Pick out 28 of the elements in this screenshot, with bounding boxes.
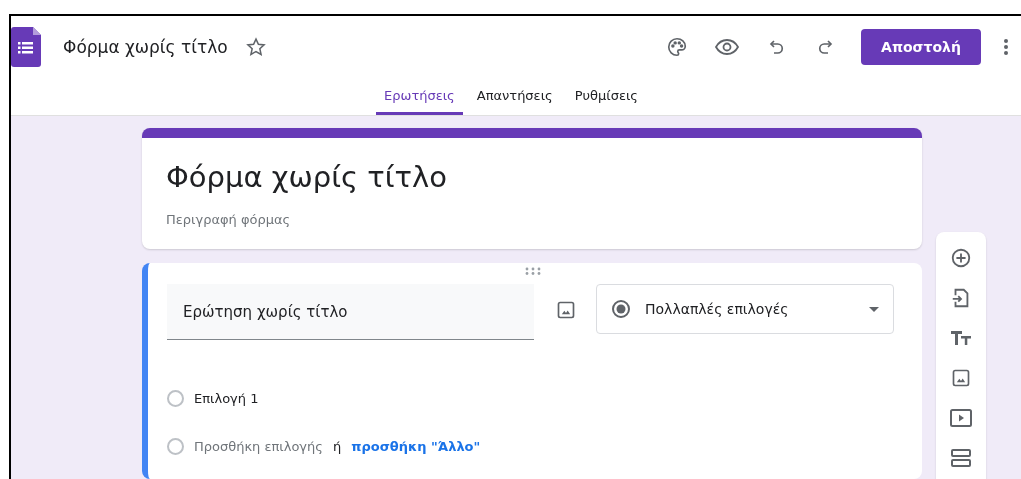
add-icon[interactable] (950, 247, 972, 269)
drag-handle-icon[interactable] (524, 267, 541, 275)
redo-icon[interactable] (816, 38, 834, 56)
palette-icon[interactable] (666, 36, 688, 58)
form-title: Φόρμα χωρίς τίτλο (63, 37, 228, 57)
star-icon[interactable] (245, 37, 266, 57)
radio-button[interactable] (167, 389, 184, 407)
section-icon[interactable] (951, 448, 971, 468)
image-icon[interactable] (951, 368, 971, 388)
tab[interactable]: Απαντήσεις (468, 78, 561, 115)
undo-icon[interactable] (768, 38, 786, 56)
description-field[interactable]: Περιγραφή φόρμας (166, 212, 898, 227)
image-icon[interactable] (556, 300, 576, 320)
or-text: ή (332, 438, 342, 454)
option-label[interactable]: Επιλογή 1 (194, 390, 259, 406)
title-icon[interactable] (951, 330, 971, 346)
form-heading[interactable]: Φόρμα χωρίς τίτλο (166, 160, 898, 194)
video-icon[interactable] (950, 409, 972, 427)
add-other-link[interactable]: προσθήκη "Άλλο" (351, 438, 481, 454)
dropdown-arrow-icon (869, 306, 879, 312)
question-type-dropdown[interactable]: Πολλαπλές επιλογές (596, 284, 894, 334)
radio-icon (611, 299, 631, 319)
send-button[interactable]: Αποστολή (861, 29, 981, 65)
more-icon[interactable] (1003, 38, 1009, 56)
tab[interactable]: Ρυθμίσεις (566, 78, 646, 115)
eye-icon[interactable] (715, 39, 739, 55)
question-field[interactable]: Ερώτηση χωρίς τίτλο (167, 284, 534, 340)
add-option-text[interactable]: Προσθήκη επιλογής (194, 438, 323, 454)
